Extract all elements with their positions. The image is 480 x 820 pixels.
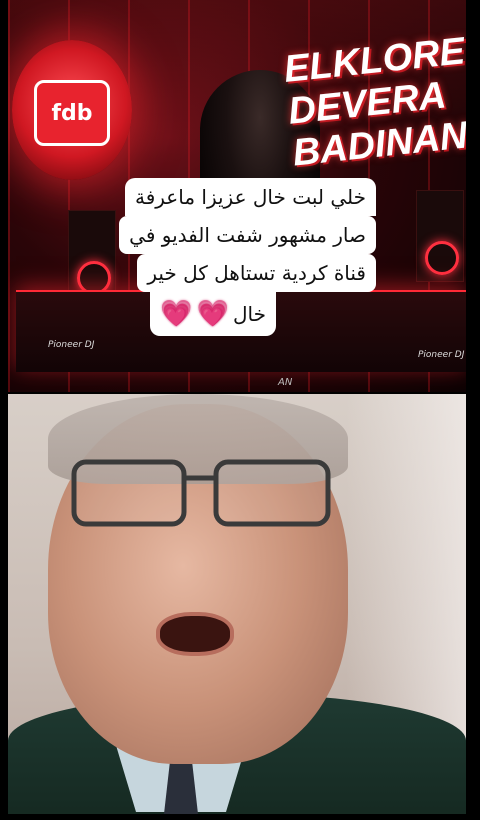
speaker-icon (416, 190, 464, 282)
bottom-video-panel[interactable] (8, 394, 466, 814)
caption-line: خلي لبت خال عزيزا ماعرفة (124, 178, 376, 216)
caption-overlay: خلي لبت خال عزيزا ماعرفة صار مشهور شفت ا… (86, 178, 376, 336)
caption-line: صار مشهور شفت الفديو في (119, 216, 376, 254)
glasses-icon (71, 459, 331, 527)
caption-line: قناة كردية تستاهل كل خير (137, 254, 376, 292)
deck-brand-label: Pioneer DJ (48, 340, 95, 350)
fdb-logo-text: fdb (51, 100, 93, 126)
heart-icon: 💗 (160, 299, 193, 329)
open-mouth (156, 612, 234, 656)
partial-text: AN (278, 377, 293, 388)
fdb-logo-icon: fdb (34, 80, 110, 146)
brand-title: ELKLORE DEVERA BADINAN (282, 30, 466, 174)
video-frame: fdb ELKLORE DEVERA BADINAN Pioneer DJ Pi… (0, 0, 480, 820)
caption-last-line: خال 💗 💗 (150, 292, 276, 336)
deck-brand-label: Pioneer DJ (418, 350, 465, 360)
heart-icon: 💗 (196, 299, 229, 329)
caption-last-text: خال (233, 302, 266, 326)
